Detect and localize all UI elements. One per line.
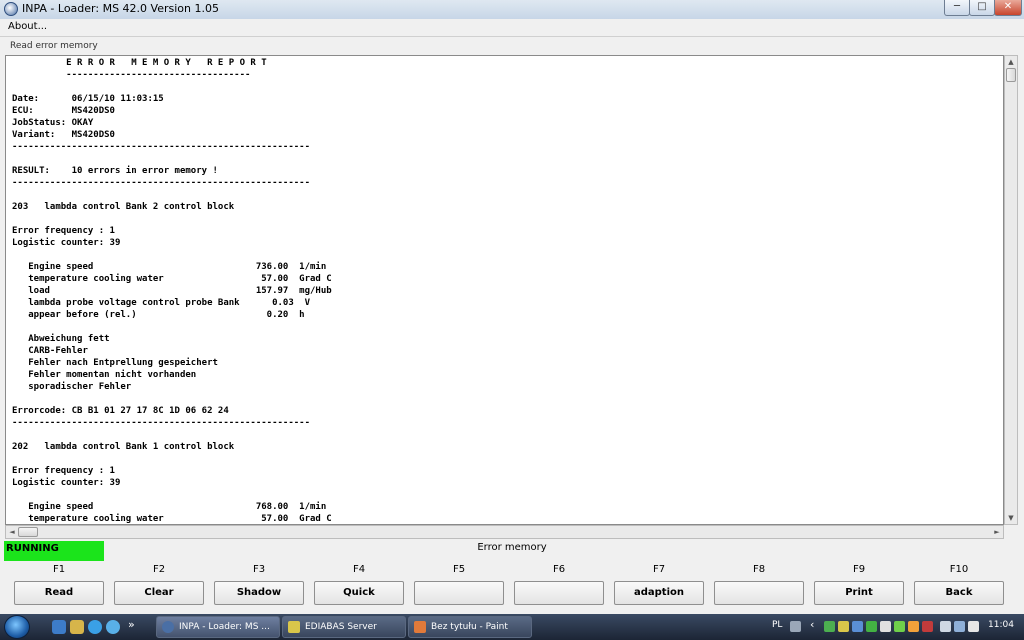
print-button[interactable]: Print [814,581,904,605]
task-label: EDIABAS Server [305,622,377,632]
task-inpa-loader[interactable]: INPA - Loader: MS ... [156,616,280,638]
server-icon [288,621,300,633]
fkey-label-f1: F1 [52,564,66,575]
fkey-label-f9: F9 [852,564,866,575]
maximize-button[interactable]: □ [969,0,995,16]
media-player-icon[interactable] [106,620,120,634]
app-tray-icon[interactable] [894,621,905,632]
task-ediabas-server[interactable]: EDIABAS Server [282,616,406,638]
screen-title: Error memory [477,542,547,553]
usb-icon[interactable] [880,621,891,632]
app-icon [4,2,18,16]
clear-button[interactable]: Clear [114,581,204,605]
window-title: INPA - Loader: MS 42.0 Version 1.05 [22,2,219,15]
vertical-scroll-thumb[interactable] [1006,68,1016,82]
shadow-button[interactable]: Shadow [214,581,304,605]
f5-button[interactable] [414,581,504,605]
f6-button[interactable] [514,581,604,605]
report-text: E R R O R M E M O R Y R E P O R T ------… [12,58,332,524]
start-button[interactable] [4,615,30,639]
fkey-label-f4: F4 [352,564,366,575]
battery-icon[interactable] [940,621,951,632]
keyboard-icon[interactable] [790,621,801,632]
fkey-label-f8: F8 [752,564,766,575]
internet-explorer-icon[interactable] [88,620,102,634]
taskbar: » INPA - Loader: MS ... EDIABAS Server B… [0,614,1024,640]
close-button[interactable]: ✕ [994,0,1022,16]
network-icon[interactable] [852,621,863,632]
paint-icon [414,621,426,633]
minimize-button[interactable]: ─ [944,0,970,16]
scrollbar-corner [1004,525,1018,539]
title-bar: INPA - Loader: MS 42.0 Version 1.05 ─ □ … [0,0,1024,20]
f8-button[interactable] [714,581,804,605]
menu-bar: About... [0,19,1024,37]
alert-icon[interactable] [922,621,933,632]
horizontal-scroll-thumb[interactable] [18,527,38,537]
adaption-button[interactable]: adaption [614,581,704,605]
language-indicator[interactable]: PL [772,620,782,630]
wifi-icon[interactable] [954,621,965,632]
fkey-label-f7: F7 [652,564,666,575]
scroll-left-arrow-icon[interactable]: ◄ [6,526,18,538]
report-pane[interactable]: E R R O R M E M O R Y R E P O R T ------… [5,55,1004,525]
show-desktop-icon[interactable] [52,620,66,634]
fkey-label-f2: F2 [152,564,166,575]
task-paint[interactable]: Bez tytułu - Paint [408,616,532,638]
fkey-label-f6: F6 [552,564,566,575]
back-button[interactable]: Back [914,581,1004,605]
status-badge: RUNNING [4,541,104,561]
quick-launch-chevron-icon[interactable]: » [128,618,135,631]
menu-about[interactable]: About... [8,21,47,32]
task-label: Bez tytułu - Paint [431,622,508,632]
update-icon[interactable] [866,621,877,632]
section-label: Read error memory [10,41,98,51]
task-label: INPA - Loader: MS ... [179,622,270,632]
clock[interactable]: 11:04 [988,620,1014,630]
volume-icon[interactable] [968,621,979,632]
file-explorer-icon[interactable] [70,620,84,634]
quick-button[interactable]: Quick [314,581,404,605]
system-tray: PL ‹ 11:04 [768,614,1024,640]
security-icon[interactable] [824,621,835,632]
fkey-label-f3: F3 [252,564,266,575]
tray-app-icon[interactable] [908,621,919,632]
scroll-down-arrow-icon[interactable]: ▼ [1005,512,1017,524]
tray-expand-chevron-icon[interactable]: ‹ [810,618,814,631]
read-button[interactable]: Read [14,581,104,605]
shield-icon[interactable] [838,621,849,632]
horizontal-scrollbar[interactable]: ◄ ► [5,525,1004,539]
fkey-label-f10: F10 [949,564,969,575]
scroll-right-arrow-icon[interactable]: ► [991,526,1003,538]
fkey-label-f5: F5 [452,564,466,575]
scroll-up-arrow-icon[interactable]: ▲ [1005,56,1017,68]
inpa-icon [162,621,174,633]
vertical-scrollbar[interactable]: ▲ ▼ [1004,55,1018,525]
